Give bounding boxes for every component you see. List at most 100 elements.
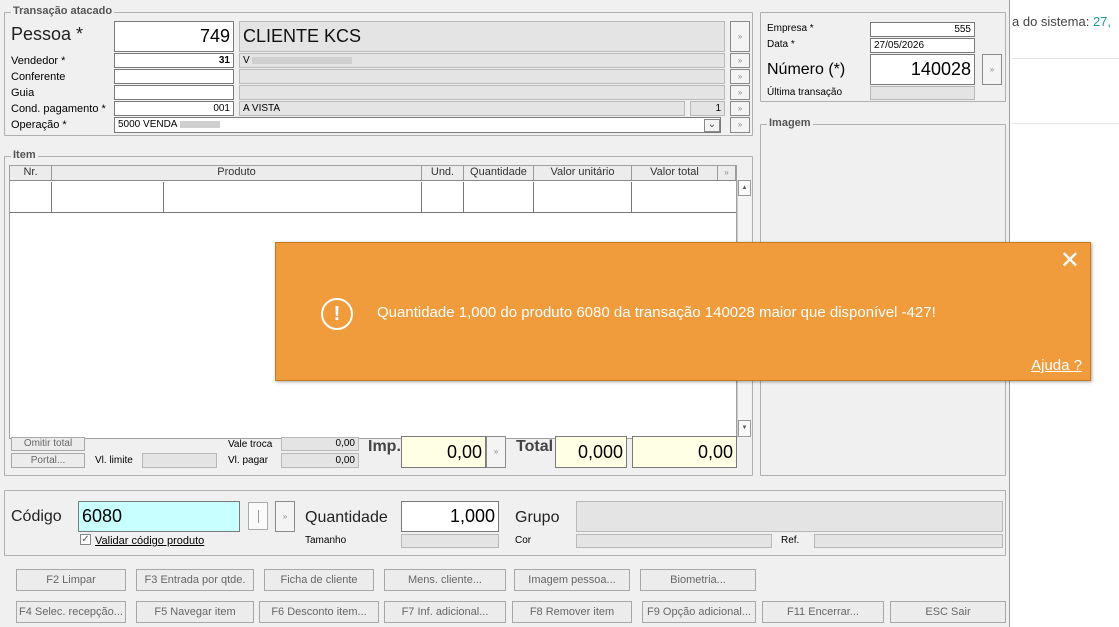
cell-produto-codigo[interactable]	[52, 182, 164, 213]
numero-input[interactable]: 140028	[870, 54, 975, 85]
tamanho-field	[401, 534, 499, 548]
imp-lookup-button[interactable]: »	[486, 436, 506, 468]
total-valor-field: 0,00	[632, 436, 737, 468]
esc-sair-button[interactable]: ESC Sair	[890, 601, 1006, 623]
cell-produto-descricao[interactable]	[164, 182, 422, 213]
lookup-icon: »	[989, 65, 995, 74]
arrow-down-icon: ▼	[741, 425, 748, 431]
f7-inf-adicional-button[interactable]: F7 Inf. adicional...	[384, 601, 506, 623]
pessoa-lookup-button[interactable]: »	[730, 21, 750, 52]
mens-cliente-button[interactable]: Mens. cliente...	[384, 569, 506, 591]
f11-encerrar-button[interactable]: F11 Encerrar...	[762, 601, 884, 623]
ref-field	[814, 534, 1003, 548]
scroll-up-button[interactable]: ▲	[738, 180, 751, 196]
lookup-icon: »	[737, 56, 743, 65]
lookup-icon: »	[737, 88, 743, 97]
imp-field: 0,00	[401, 436, 486, 468]
conferente-name-field	[239, 69, 725, 84]
conferente-code-input[interactable]	[114, 69, 234, 84]
parcelas-field: 1	[690, 101, 725, 116]
ref-label: Ref.	[781, 535, 800, 546]
codigo-lookup-button[interactable]: »	[275, 501, 295, 532]
validar-codigo-checkbox[interactable]: ✓	[80, 534, 91, 545]
operacao-lookup-button[interactable]: »	[730, 117, 750, 133]
cond-pagamento-lookup-button[interactable]: »	[730, 101, 750, 116]
guia-lookup-button[interactable]: »	[730, 85, 750, 100]
operacao-dropdown-button[interactable]: ⌄	[704, 119, 720, 132]
vl-pagar-field: 0,00	[281, 453, 359, 468]
codigo-input[interactable]: 6080	[78, 501, 240, 532]
numero-label: Número (*)	[767, 61, 846, 78]
toast-message: Quantidade 1,000 do produto 6080 da tran…	[377, 304, 936, 321]
vendedor-lookup-button[interactable]: »	[730, 53, 750, 68]
vendedor-name-text: V	[243, 55, 250, 66]
f2-limpar-button[interactable]: F2 Limpar	[16, 569, 126, 591]
cond-pagamento-name-field: A VISTA	[239, 101, 685, 116]
close-icon[interactable]: ✕	[1060, 249, 1080, 273]
data-label: Data *	[767, 39, 795, 50]
cond-pagamento-code-input[interactable]: 001	[114, 101, 234, 116]
biometria-button[interactable]: Biometria...	[640, 569, 756, 591]
f9-opcao-adicional-button[interactable]: F9 Opção adicional...	[642, 601, 756, 623]
lookup-icon: »	[724, 168, 729, 177]
conferente-lookup-button[interactable]: »	[730, 69, 750, 84]
column-chooser-button[interactable]: »	[718, 166, 736, 180]
chevron-down-icon: ⌄	[707, 119, 717, 130]
imp-label: Imp.	[368, 438, 401, 455]
vendedor-label: Vendedor *	[11, 55, 66, 67]
quantidade-input[interactable]: 1,000	[401, 501, 499, 532]
validar-codigo-label[interactable]: Validar código produto	[95, 535, 204, 547]
text-cursor-icon	[258, 510, 259, 523]
grupo-field	[576, 501, 1003, 532]
background-label: a do sistema:	[1012, 14, 1090, 29]
vendedor-code-input[interactable]: 31	[114, 53, 234, 68]
cell-valor-unitario[interactable]	[534, 182, 632, 213]
tamanho-label: Tamanho	[305, 535, 347, 546]
imagem-pessoa-button[interactable]: Imagem pessoa...	[514, 569, 630, 591]
omitir-total-button[interactable]: Omitir total	[11, 437, 85, 451]
column-header-quantidade[interactable]: Quantidade	[464, 166, 534, 180]
cell-valor-total[interactable]	[632, 182, 736, 213]
cell-nr[interactable]	[10, 182, 52, 213]
f4-selec-recepcao-button[interactable]: F4 Selec. recepção...	[16, 601, 126, 623]
column-header-produto[interactable]: Produto	[52, 166, 422, 180]
empresa-input[interactable]: 555	[870, 22, 975, 37]
f5-navegar-item-button[interactable]: F5 Navegar item	[136, 601, 254, 623]
conferente-label: Conferente	[11, 71, 66, 83]
lookup-icon: »	[493, 447, 499, 456]
cell-und[interactable]	[422, 182, 464, 213]
table-row[interactable]	[10, 182, 736, 213]
f6-desconto-item-button[interactable]: F6 Desconto item...	[259, 601, 379, 623]
codigo-option-button[interactable]	[248, 502, 268, 530]
transacao-group-title: Transação atacado	[11, 5, 115, 17]
vale-troca-label: Vale troca	[228, 439, 273, 450]
cor-field	[576, 534, 772, 548]
column-header-nr[interactable]: Nr.	[10, 166, 52, 180]
cell-quantidade[interactable]	[464, 182, 534, 213]
operacao-label: Operação *	[11, 119, 67, 131]
total-label: Total	[516, 438, 554, 455]
ficha-cliente-button[interactable]: Ficha de cliente	[264, 569, 374, 591]
column-header-und[interactable]: Und.	[422, 166, 464, 180]
pessoa-name-field: CLIENTE KCS	[239, 21, 725, 52]
guia-code-input[interactable]	[114, 85, 234, 100]
f8-remover-item-button[interactable]: F8 Remover item	[512, 601, 632, 623]
f3-entrada-qtde-button[interactable]: F3 Entrada por qtde.	[136, 569, 254, 591]
vale-troca-field: 0,00	[281, 437, 359, 451]
checkmark-icon: ✓	[81, 534, 90, 545]
pessoa-code-input[interactable]: 749	[114, 21, 234, 52]
column-header-valor-unitario[interactable]: Valor unitário	[534, 166, 632, 180]
lookup-icon: »	[737, 104, 743, 113]
numero-lookup-button[interactable]: »	[982, 54, 1002, 85]
column-header-valor-total[interactable]: Valor total	[632, 166, 718, 180]
arrow-up-icon: ▲	[741, 185, 748, 191]
help-link[interactable]: Ajuda ?	[1031, 357, 1082, 374]
operacao-select[interactable]: 5000 VENDA	[114, 117, 721, 133]
scroll-down-button[interactable]: ▼	[738, 420, 751, 437]
guia-name-field	[239, 85, 725, 100]
imagem-group-title: Imagem	[767, 117, 813, 129]
pessoa-label: Pessoa *	[11, 24, 84, 44]
data-input[interactable]: 27/05/2026	[870, 38, 975, 53]
lookup-icon: »	[282, 512, 288, 521]
portal-button[interactable]: Portal...	[11, 453, 85, 468]
